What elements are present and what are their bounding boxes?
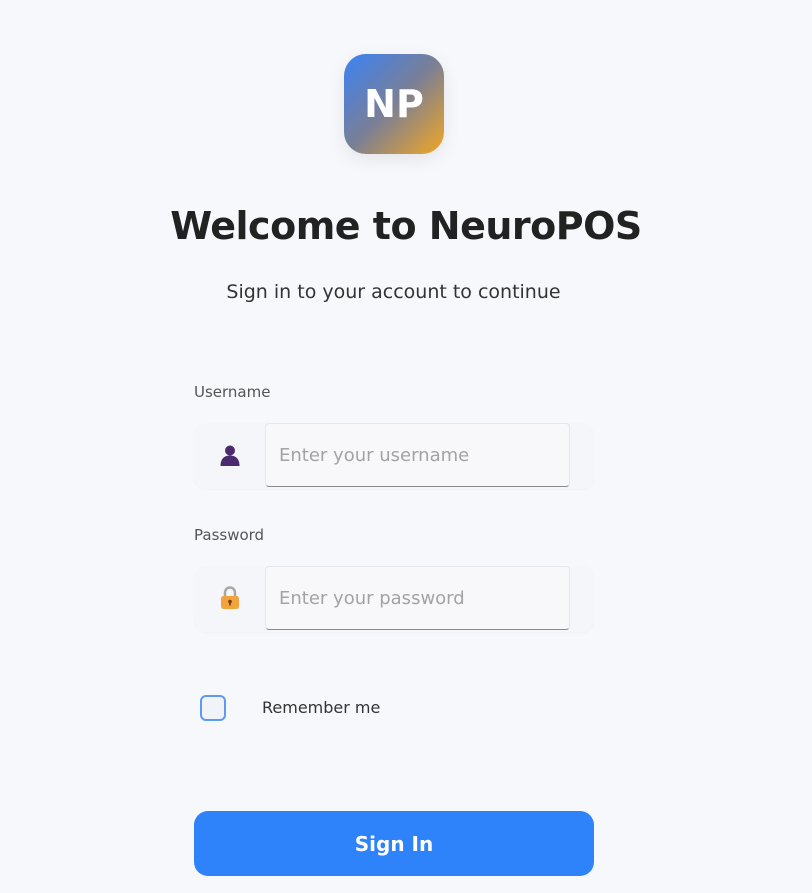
remember-me-label[interactable]: Remember me [262,698,380,717]
remember-me-checkbox[interactable] [200,695,226,721]
password-field-container [194,566,594,632]
lock-icon [216,584,244,612]
user-icon [216,441,244,469]
page-subtitle: Sign in to your account to continue [226,281,561,303]
username-field-container [194,423,594,489]
password-label: Password [194,526,265,544]
logo-text: NP [364,82,424,126]
username-label: Username [194,383,271,401]
page-title: Welcome to NeuroPOS [170,204,642,248]
username-input[interactable] [265,423,570,487]
sign-in-button[interactable]: Sign In [194,811,594,876]
password-input[interactable] [265,566,570,630]
app-logo: NP [344,54,444,154]
